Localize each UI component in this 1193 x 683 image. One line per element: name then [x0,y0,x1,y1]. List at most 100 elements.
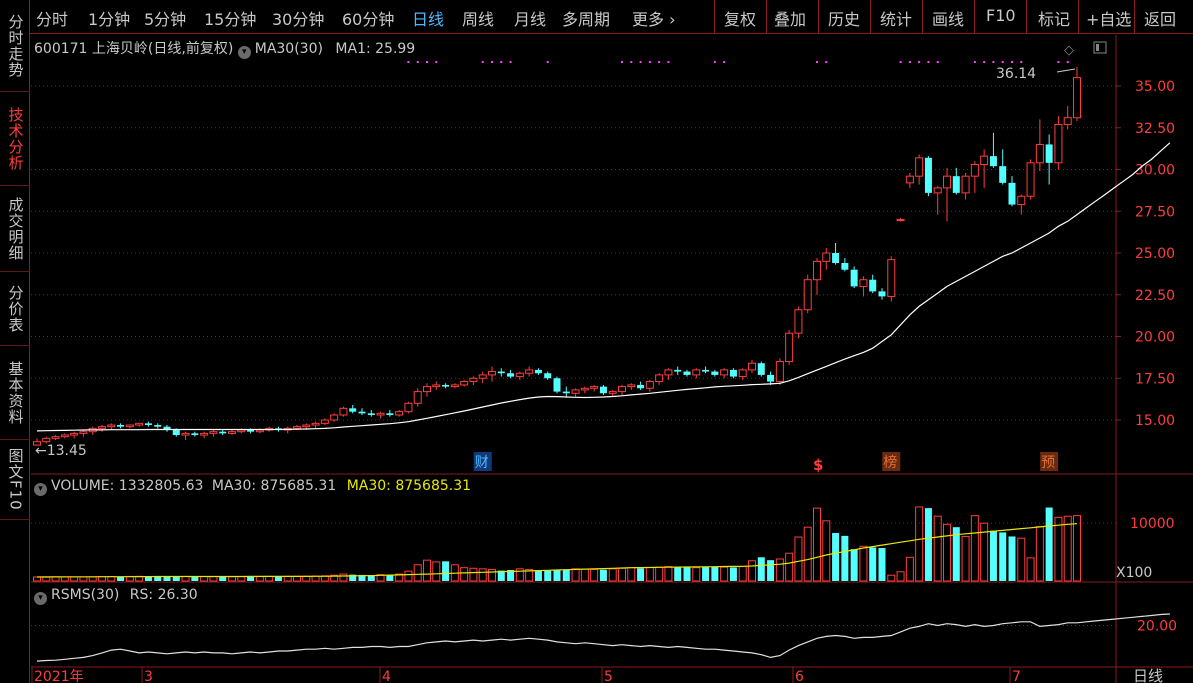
candle-body [117,425,125,427]
candle-body [738,369,747,378]
candle-body [655,374,664,383]
volume-bar [247,576,255,581]
candle-body [896,219,905,222]
signal-dot [667,61,670,63]
candle-body [813,260,821,281]
volume-bar [970,515,979,582]
candle-body [1054,123,1063,164]
candle-body [79,431,88,434]
price-tick-label: 32.50 [1135,121,1175,137]
candle-body [1026,162,1035,197]
diamond-icon: ◇ [1064,43,1074,58]
volume-bar [608,568,617,582]
candle-body [869,279,877,292]
volume-bar [674,566,682,581]
candle-body [757,363,765,375]
volume-bar [580,568,589,582]
candle-body [237,429,246,433]
volume-bar [460,567,469,582]
candle-body [980,155,989,165]
candle-body [386,413,394,415]
candle-body [209,431,218,434]
candle-body [841,263,849,270]
volume-bar [896,571,905,582]
candle-body [181,432,190,436]
candle-body [460,381,469,386]
candle-body [255,429,264,433]
signal-dot [435,61,438,63]
candle-body [125,424,134,428]
candle-body [154,425,162,427]
signal-dot [426,61,428,63]
volume-bar [590,568,599,582]
volume-bar [1026,557,1035,582]
volume-bar [571,568,580,582]
volume-bar [924,508,932,581]
candle-body [534,369,542,374]
signal-dot [927,61,930,63]
volume-bar [989,530,997,581]
candle-body [293,426,301,429]
x-axis-label: 4 [382,669,391,683]
volume-bar [832,532,840,581]
candle-body [404,402,413,413]
candle-body [590,386,599,389]
price-tick-label: 17.50 [1135,371,1175,387]
signal-dot [1020,61,1023,63]
panel-toggle-icon [1093,41,1107,54]
candle-body [51,436,60,439]
volume-bar [544,570,552,581]
signal-dot [825,61,828,63]
price-tick-label: 27.50 [1135,204,1175,220]
candle-body [1063,117,1072,125]
candle-body [729,369,737,377]
candle-body [478,374,487,379]
candle-body [748,362,756,371]
candle-body [469,377,478,383]
volume-bar [720,566,729,582]
volume-bar [905,556,914,582]
volume-bar [933,515,942,582]
volume-bar [386,574,394,581]
candle-body [970,163,979,177]
volume-bar [1045,507,1053,581]
volume-bar [943,523,951,582]
candle-body [664,369,673,376]
candle-body [553,378,561,392]
candle-body [720,369,729,376]
volume-bar [664,566,673,582]
period-corner-label: 日线 [1133,667,1163,683]
candle-body [887,259,896,297]
volume-bar [637,568,645,581]
volume-bar [42,576,51,582]
volume-bar [200,576,209,582]
signal-dot [816,61,818,63]
price-tick-label: 15.00 [1135,413,1175,429]
rsms-tick-label: 20.00 [1137,618,1177,634]
volume-bar [88,576,97,582]
candle-body [571,389,580,394]
candle-body [98,426,106,429]
candle-body [423,386,431,393]
candle-body [627,384,636,388]
volume-bar [785,552,794,582]
volume-bar [219,576,227,581]
volume-bar [961,535,970,582]
candle-body [850,269,858,287]
high-marker-label: 36.14 [996,66,1036,82]
signal-dot [1066,61,1069,63]
candle-body [933,187,942,194]
stock-chart[interactable]: 35.00 32.50 30.00 27.50 25.00 22.50 20.00 17.50… [0,0,1193,683]
volume-bar [794,536,803,582]
candle-body [599,386,607,394]
candle-body [358,411,366,414]
candle-body [107,424,116,428]
candle-body [943,175,951,189]
candle-body [376,412,385,416]
candle-body [442,384,450,387]
candle-body [311,422,320,426]
candle-body [637,384,645,389]
volume-bar [1008,536,1016,581]
volume-bar [878,548,886,581]
candle-body [497,371,505,374]
